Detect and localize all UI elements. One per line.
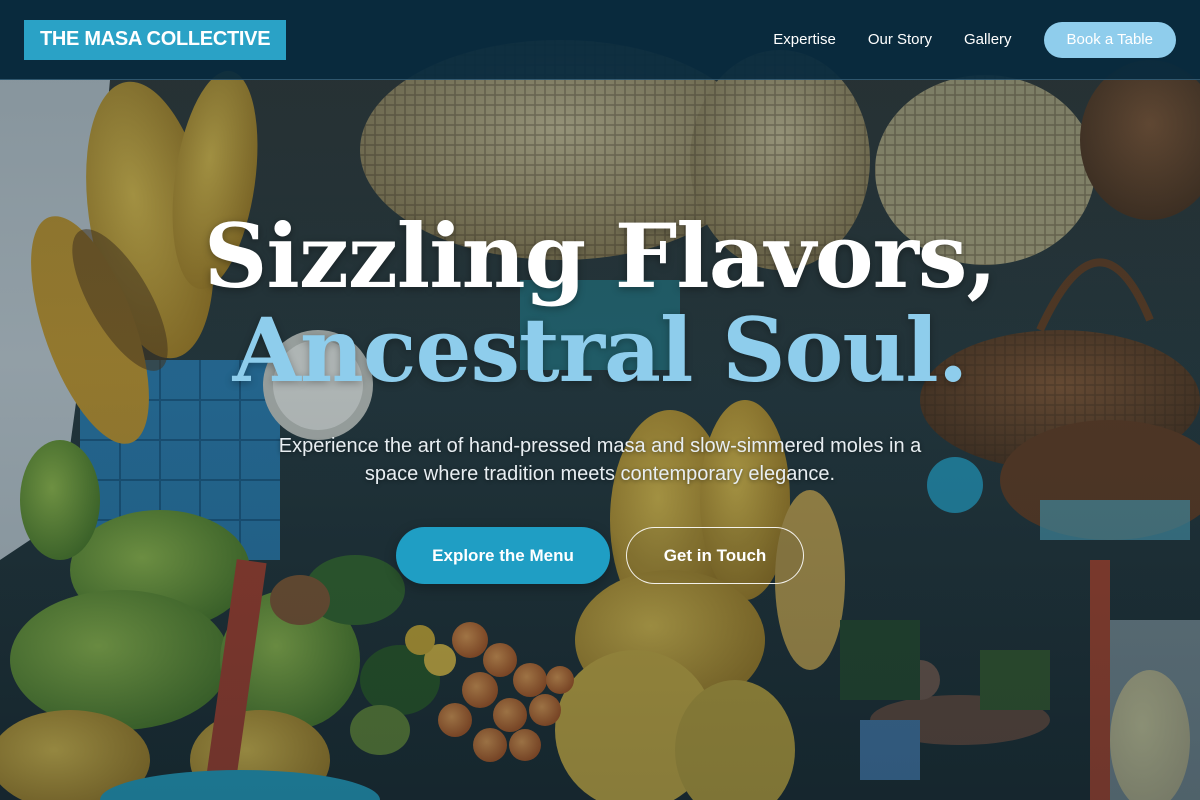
hero-subtitle: Experience the art of hand-pressed masa … <box>278 435 922 485</box>
site-header: THE MASA COLLECTIVE Expertise Our Story … <box>0 0 1200 80</box>
get-in-touch-button[interactable]: Get in Touch <box>626 527 804 584</box>
brand-logo-text: THE MASA COLLECTIVE <box>40 28 271 50</box>
main-nav: Expertise Our Story Gallery Book a Table <box>741 21 1176 58</box>
nav-link-expertise[interactable]: Expertise <box>773 31 836 48</box>
book-table-button[interactable]: Book a Table <box>1043 21 1176 58</box>
nav-link-our-story[interactable]: Our Story <box>868 31 932 48</box>
brand-logo[interactable]: THE MASA COLLECTIVE <box>24 19 287 60</box>
nav-link-gallery[interactable]: Gallery <box>964 31 1012 48</box>
explore-menu-button[interactable]: Explore the Menu <box>396 527 610 584</box>
hero-cta-row: Explore the Menu Get in Touch <box>0 527 1200 584</box>
hero-headline-line1: Sizzling Flavors, <box>203 204 997 308</box>
hero-headline-line2: Ancestral Soul. <box>232 298 969 402</box>
landing-page: THE MASA COLLECTIVE Expertise Our Story … <box>0 0 1200 800</box>
hero-section: Sizzling Flavors, Ancestral Soul. Experi… <box>0 0 1200 800</box>
